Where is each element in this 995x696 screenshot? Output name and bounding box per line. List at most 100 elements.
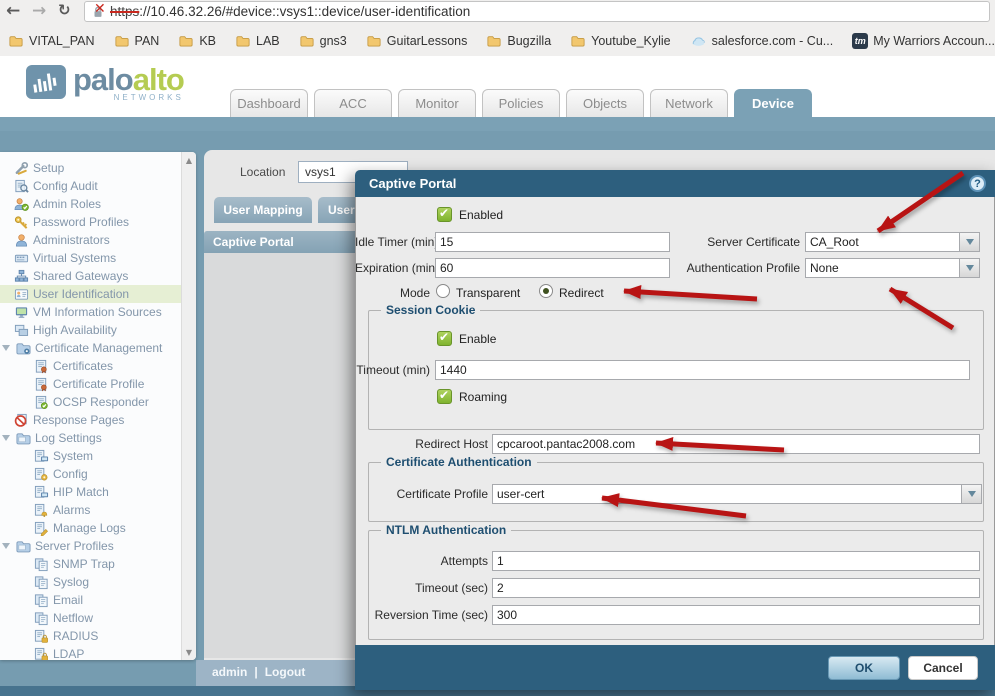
- forward-icon[interactable]: →: [32, 1, 46, 21]
- tab-user-mapping[interactable]: User Mapping: [214, 197, 312, 223]
- doc-monitor-icon: [34, 449, 49, 464]
- logged-in-user: admin: [212, 665, 248, 679]
- sidebar-item-high-availability[interactable]: High Availability: [0, 321, 181, 339]
- logout-link[interactable]: Logout: [265, 665, 306, 679]
- ok-button[interactable]: OK: [828, 656, 900, 680]
- mode-redirect-label: Redirect: [559, 286, 604, 300]
- captive-portal-dialog: Captive Portal ? Enabled Idle Timer (min…: [355, 170, 995, 690]
- expander-icon[interactable]: [2, 435, 10, 441]
- address-bar[interactable]: ✕ https://10.46.32.26/#device::vsys1::de…: [84, 1, 990, 22]
- cancel-button[interactable]: Cancel: [908, 656, 978, 680]
- ntlm-timeout-label: Timeout (sec): [415, 581, 488, 595]
- bookmark-lab[interactable]: LAB: [235, 34, 280, 48]
- chevron-down-icon[interactable]: [961, 485, 981, 503]
- sidebar-item-admin-roles[interactable]: Admin Roles: [0, 195, 181, 213]
- scroll-up-icon[interactable]: ▲: [182, 153, 196, 167]
- tab-acc[interactable]: ACC: [314, 89, 392, 117]
- sidebar-item-ldap[interactable]: LDAP: [0, 645, 181, 660]
- bookmark-salesforce[interactable]: salesforce.com - Cu...: [690, 34, 833, 48]
- idle-timer-input[interactable]: [435, 232, 670, 252]
- location-label: Location: [240, 165, 286, 179]
- device-sidebar: Setup Config Audit Admin Roles Password …: [0, 152, 196, 660]
- sidebar-item-response-pages[interactable]: Response Pages: [0, 411, 181, 429]
- server-certificate-dropdown[interactable]: CA_Root: [805, 232, 980, 252]
- bookmark-gns3[interactable]: gns3: [299, 34, 347, 48]
- ntlm-legend: NTLM Authentication: [381, 523, 512, 537]
- server-certificate-label: Server Certificate: [707, 235, 800, 249]
- sidebar-item-log-settings[interactable]: Log Settings: [0, 429, 181, 447]
- chevron-down-icon[interactable]: [959, 259, 979, 277]
- tab-network[interactable]: Network: [650, 89, 728, 117]
- scroll-down-icon[interactable]: ▼: [182, 645, 196, 659]
- sidebar-item-radius[interactable]: RADIUS: [0, 627, 181, 645]
- folder-icon: [366, 34, 382, 48]
- tab-monitor[interactable]: Monitor: [398, 89, 476, 117]
- ntlm-timeout-input[interactable]: [492, 578, 980, 598]
- sidebar-item-snmp-trap[interactable]: SNMP Trap: [0, 555, 181, 573]
- sidebar-scrollbar[interactable]: ▲ ▼: [181, 152, 196, 660]
- tab-device[interactable]: Device: [734, 89, 812, 117]
- url-text: https://10.46.32.26/#device::vsys1::devi…: [110, 4, 470, 19]
- sidebar-item-config-audit[interactable]: Config Audit: [0, 177, 181, 195]
- sidebar-item-certificates[interactable]: Certificates: [0, 357, 181, 375]
- tab-dashboard[interactable]: Dashboard: [230, 89, 308, 117]
- sidebar-item-ocsp-responder[interactable]: OCSP Responder: [0, 393, 181, 411]
- sidebar-item-email[interactable]: Email: [0, 591, 181, 609]
- sidebar-item-shared-gateways[interactable]: Shared Gateways: [0, 267, 181, 285]
- ntlm-attempts-input[interactable]: [492, 551, 980, 571]
- person-check-icon: [14, 197, 29, 212]
- roaming-checkbox[interactable]: [437, 388, 452, 404]
- bookmark-vital-pan[interactable]: VITAL_PAN: [8, 34, 95, 48]
- sidebar-item-certificate-profile[interactable]: Certificate Profile: [0, 375, 181, 393]
- refresh-icon[interactable]: ↻: [58, 1, 71, 19]
- ssl-lock-icon[interactable]: ✕: [91, 1, 106, 19]
- sidebar-item-system[interactable]: System: [0, 447, 181, 465]
- session-cookie-enable-checkbox[interactable]: [437, 330, 452, 346]
- bookmark-pan[interactable]: PAN: [114, 34, 159, 48]
- bookmark-kb[interactable]: KB: [178, 34, 216, 48]
- audit-icon: [14, 179, 29, 194]
- sidebar-item-server-profiles[interactable]: Server Profiles: [0, 537, 181, 555]
- enabled-checkbox[interactable]: [437, 206, 452, 222]
- tab-policies[interactable]: Policies: [482, 89, 560, 117]
- redirect-host-input[interactable]: [492, 434, 980, 454]
- certificate-icon: [34, 359, 49, 374]
- folder-icon: [8, 34, 24, 48]
- tab-objects[interactable]: Objects: [566, 89, 644, 117]
- sidebar-item-manage-logs[interactable]: Manage Logs: [0, 519, 181, 537]
- help-icon[interactable]: ?: [969, 175, 986, 192]
- wrench-icon: [14, 161, 29, 176]
- dialog-titlebar: Captive Portal: [355, 170, 995, 197]
- sidebar-item-password-profiles[interactable]: Password Profiles: [0, 213, 181, 231]
- folder-icon: [299, 34, 315, 48]
- cert-check-icon: [34, 395, 49, 410]
- session-cookie-timeout-input[interactable]: [435, 360, 970, 380]
- back-icon[interactable]: ←: [6, 1, 20, 21]
- sidebar-item-user-identification[interactable]: User Identification: [0, 285, 181, 303]
- ntlm-reversion-input[interactable]: [492, 605, 980, 625]
- mode-redirect-radio[interactable]: [539, 284, 553, 298]
- sidebar-item-certificate-management[interactable]: Certificate Management: [0, 339, 181, 357]
- auth-profile-dropdown[interactable]: None: [805, 258, 980, 278]
- sidebar-item-setup[interactable]: Setup: [0, 159, 181, 177]
- chevron-down-icon[interactable]: [959, 233, 979, 251]
- expiration-input[interactable]: [435, 258, 670, 278]
- sidebar-item-vm-information-sources[interactable]: VM Information Sources: [0, 303, 181, 321]
- bookmark-my-warriors[interactable]: tm My Warriors Accoun...: [852, 32, 995, 49]
- bookmark-bugzilla[interactable]: Bugzilla: [486, 34, 551, 48]
- idle-timer-label: Idle Timer (min): [355, 235, 439, 249]
- bookmark-youtube-kylie[interactable]: Youtube_Kylie: [570, 34, 671, 48]
- mode-transparent-radio[interactable]: [436, 284, 450, 298]
- sidebar-item-syslog[interactable]: Syslog: [0, 573, 181, 591]
- mode-transparent-label: Transparent: [456, 286, 521, 300]
- sidebar-item-config[interactable]: Config: [0, 465, 181, 483]
- sidebar-item-hip-match[interactable]: HIP Match: [0, 483, 181, 501]
- expander-icon[interactable]: [2, 543, 10, 549]
- certificate-profile-dropdown[interactable]: user-cert: [492, 484, 982, 504]
- sidebar-item-netflow[interactable]: Netflow: [0, 609, 181, 627]
- sidebar-item-virtual-systems[interactable]: Virtual Systems: [0, 249, 181, 267]
- sidebar-item-administrators[interactable]: Administrators: [0, 231, 181, 249]
- sidebar-item-alarms[interactable]: Alarms: [0, 501, 181, 519]
- bookmark-guitarlessons[interactable]: GuitarLessons: [366, 34, 467, 48]
- expander-icon[interactable]: [2, 345, 10, 351]
